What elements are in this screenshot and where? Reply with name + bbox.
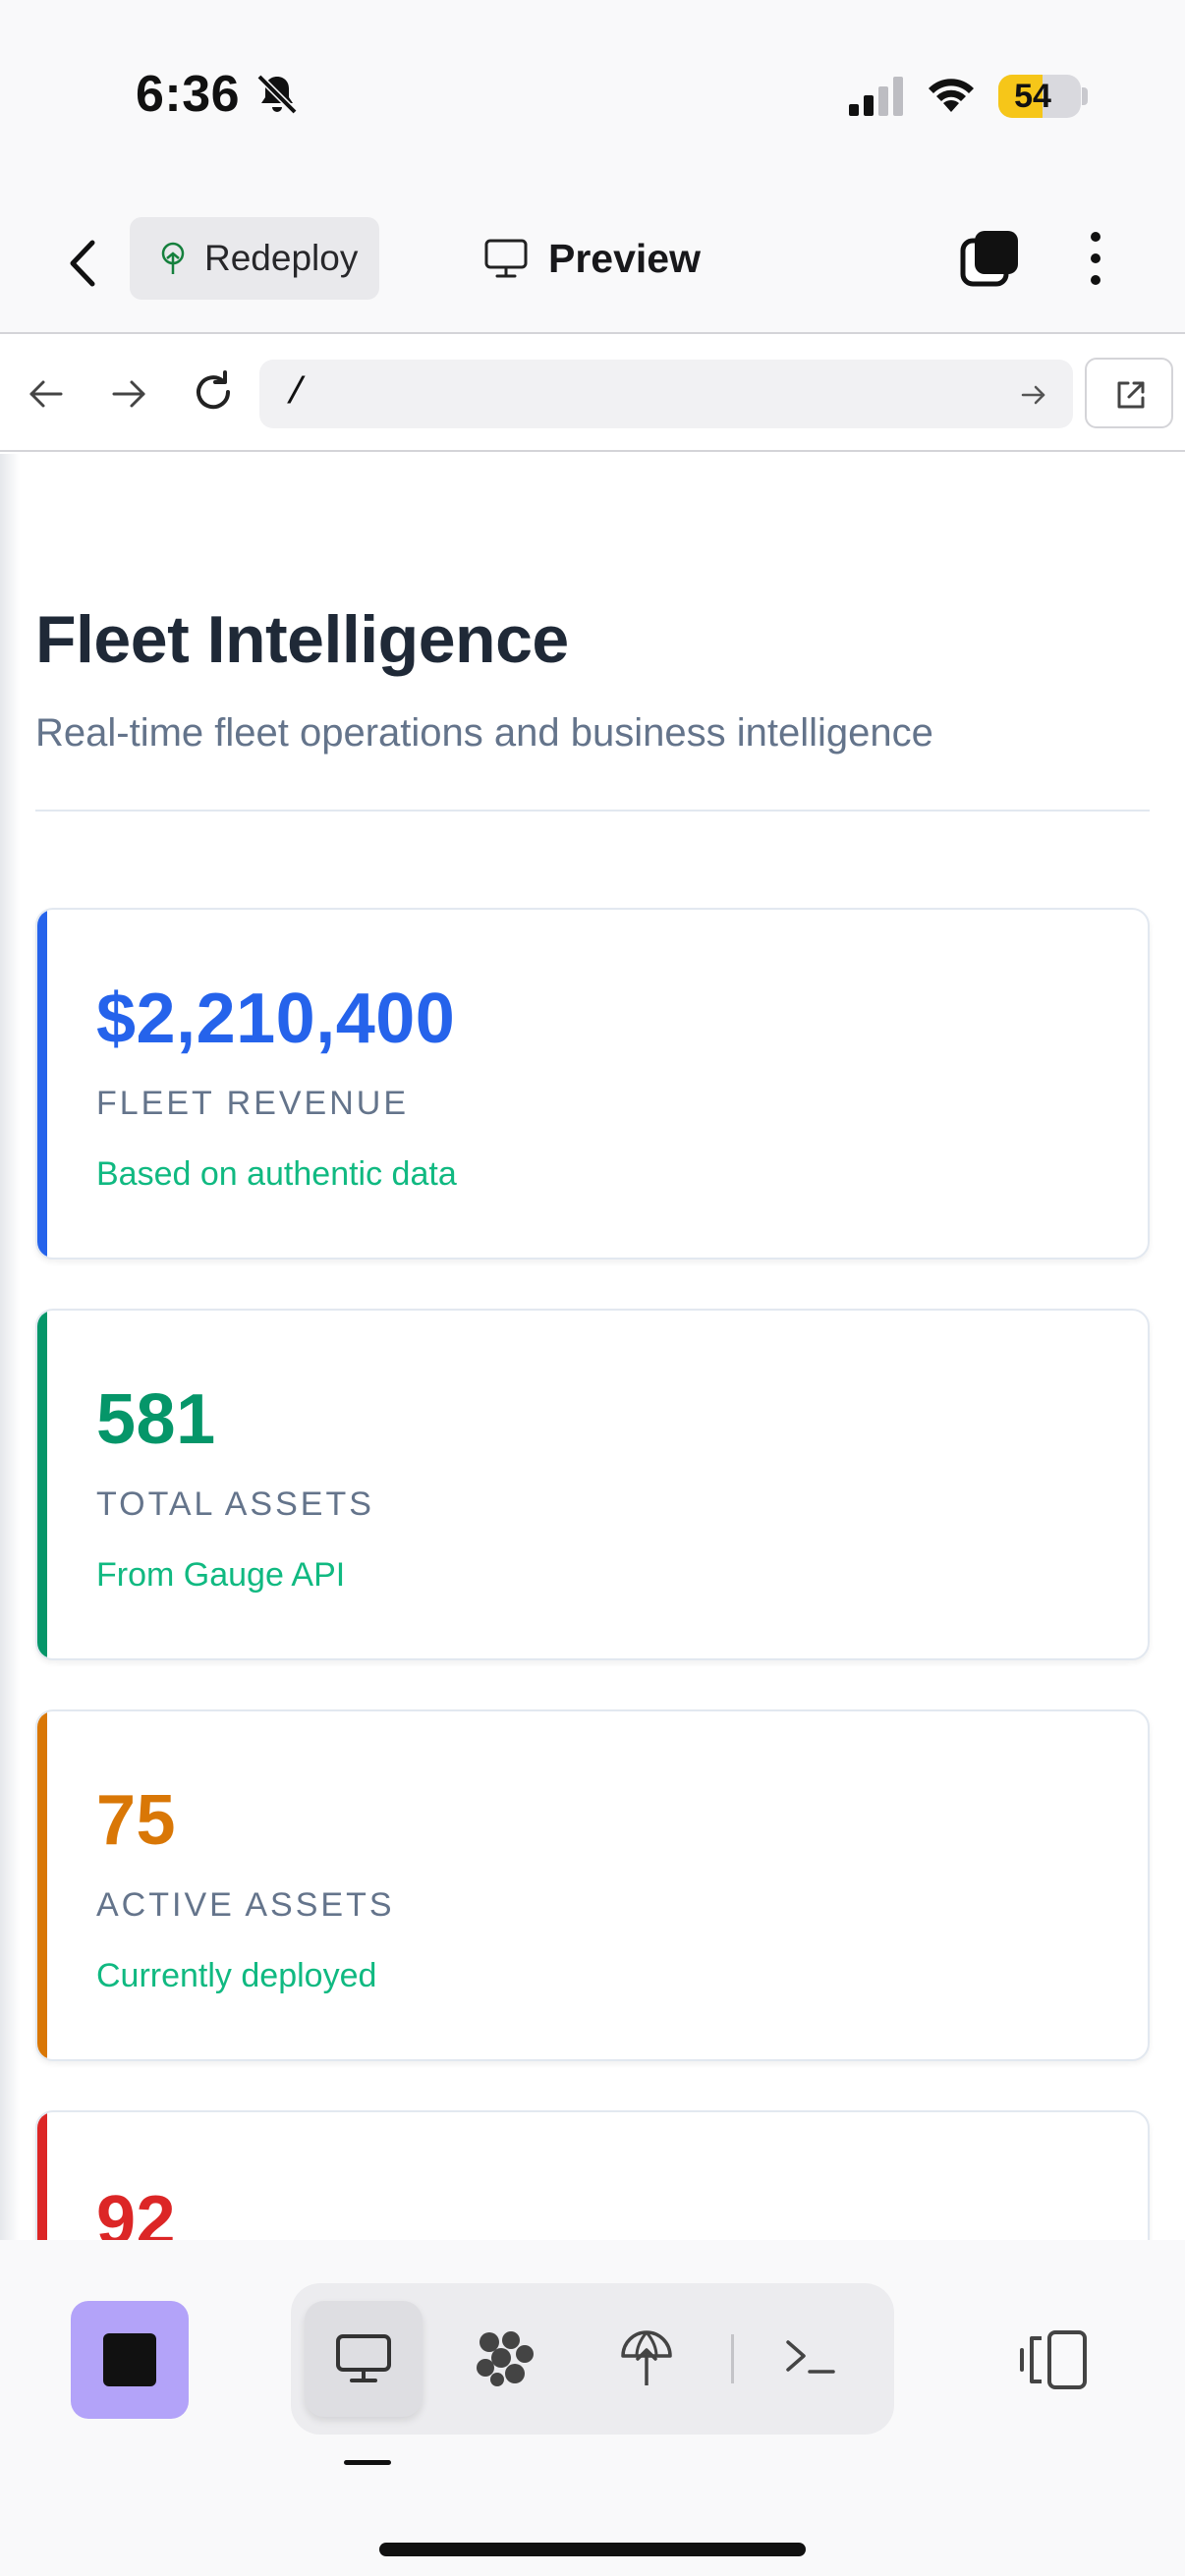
vertical-dots-icon[interactable] (1079, 227, 1112, 290)
edge-shadow (0, 454, 20, 2240)
agent-cluster-icon (477, 2331, 534, 2386)
arrow-left-icon[interactable] (26, 373, 67, 415)
url-text: / (285, 372, 308, 415)
open-external-button[interactable] (1085, 358, 1173, 428)
preview-content[interactable]: Fleet Intelligence Real-time fleet opera… (0, 454, 1185, 2240)
tool-agent-button[interactable] (446, 2301, 564, 2417)
tool-deploy-button[interactable] (588, 2301, 705, 2417)
card-accent (37, 2112, 47, 2240)
battery-level: 54 (1014, 78, 1051, 115)
battery-tip (1082, 87, 1088, 105)
tabs-stack-icon[interactable] (959, 227, 1022, 290)
card-accent (37, 910, 47, 1258)
app-header: Redeploy Preview (0, 192, 1185, 334)
home-indicator (379, 2543, 806, 2556)
arrow-right-icon[interactable] (108, 373, 149, 415)
card-accent (37, 1311, 47, 1658)
metric-value: 75 (96, 1781, 177, 1860)
metric-value: 92 (96, 2182, 177, 2240)
terminal-icon (786, 2340, 835, 2374)
bell-slash-icon (256, 74, 298, 115)
divider (35, 810, 1150, 812)
metric-card-total-assets: 581 TOTAL ASSETS From Gauge API (35, 1309, 1150, 1660)
redeploy-label: Redeploy (204, 238, 359, 278)
metric-label: TOTAL ASSETS (96, 1485, 374, 1523)
open-external-icon (1117, 381, 1145, 409)
battery-icon: 54 (998, 75, 1081, 118)
page-title: Fleet Intelligence (35, 602, 569, 677)
metric-note: From Gauge API (96, 1556, 346, 1594)
url-input[interactable]: / (259, 360, 1073, 428)
deploy-tree-icon (161, 242, 185, 274)
chevron-left-icon[interactable] (57, 229, 112, 298)
status-time: 6:36 (136, 66, 241, 123)
reload-icon[interactable] (191, 369, 236, 415)
deploy-icon (621, 2330, 672, 2385)
metric-card-active-assets: 75 ACTIVE ASSETS Currently deployed (35, 1709, 1150, 2061)
metric-label: ACTIVE ASSETS (96, 1886, 395, 1924)
metric-label: FLEET REVENUE (96, 1085, 410, 1122)
wifi-icon (929, 79, 974, 112)
tool-terminal-button[interactable] (751, 2301, 869, 2417)
metric-note: Based on authentic data (96, 1155, 457, 1193)
metric-value: 581 (96, 1380, 216, 1459)
monitor-icon (484, 239, 528, 278)
monitor-icon (336, 2334, 391, 2382)
metric-card-partial: 92 (35, 2110, 1150, 2240)
tool-group (291, 2283, 894, 2435)
page-subtitle: Real-time fleet operations and business … (35, 711, 933, 755)
card-accent (37, 1711, 47, 2059)
arrow-go-icon[interactable] (1020, 381, 1047, 409)
preview-tab[interactable]: Preview (483, 219, 701, 298)
tool-divider (731, 2334, 734, 2383)
browser-bar: / (0, 334, 1185, 452)
metric-note: Currently deployed (96, 1957, 377, 1994)
active-tool-indicator (344, 2460, 391, 2465)
tool-preview-button[interactable] (305, 2301, 423, 2417)
redeploy-button[interactable]: Redeploy (130, 217, 379, 300)
metric-card-fleet-revenue: $2,210,400 FLEET REVENUE Based on authen… (35, 908, 1150, 1260)
stop-icon (103, 2333, 156, 2386)
preview-label: Preview (548, 235, 701, 281)
split-view-icon[interactable] (1018, 2328, 1089, 2391)
cellular-signal-icon (849, 77, 903, 116)
bottom-toolbar (0, 2240, 1185, 2576)
status-bar: 6:36 54 (0, 0, 1185, 192)
metric-value: $2,210,400 (96, 980, 456, 1058)
stop-button[interactable] (71, 2301, 189, 2419)
